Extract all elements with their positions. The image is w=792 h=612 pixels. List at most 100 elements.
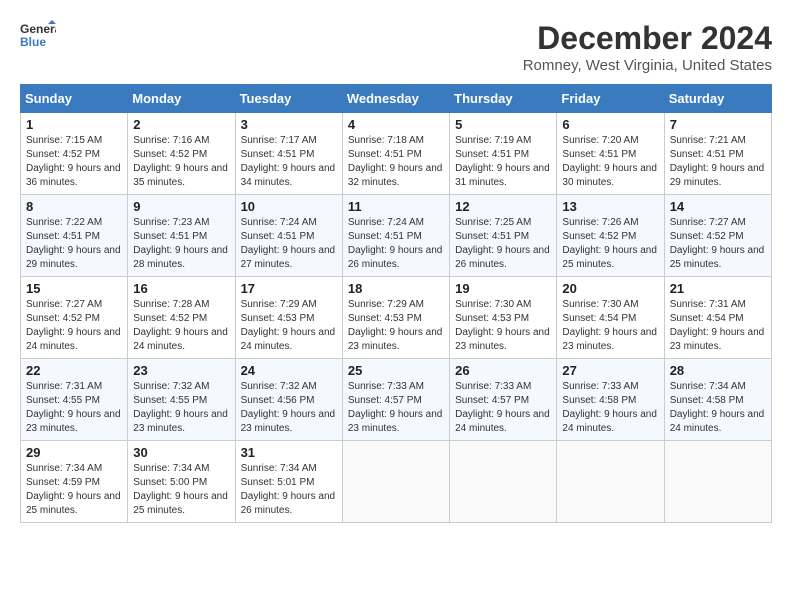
- day-number: 23: [133, 363, 229, 378]
- day-number: 11: [348, 199, 444, 214]
- day-info: Sunrise: 7:29 AMSunset: 4:53 PMDaylight:…: [348, 299, 443, 352]
- day-info: Sunrise: 7:23 AMSunset: 4:51 PMDaylight:…: [133, 217, 228, 270]
- day-info: Sunrise: 7:34 AMSunset: 4:58 PMDaylight:…: [670, 381, 765, 434]
- calendar-day-cell: [557, 441, 664, 523]
- calendar-day-cell: 7 Sunrise: 7:21 AMSunset: 4:51 PMDayligh…: [664, 113, 771, 195]
- weekday-header: Monday: [128, 85, 235, 113]
- day-info: Sunrise: 7:24 AMSunset: 4:51 PMDaylight:…: [241, 217, 336, 270]
- calendar-day-cell: 28 Sunrise: 7:34 AMSunset: 4:58 PMDaylig…: [664, 359, 771, 441]
- day-info: Sunrise: 7:26 AMSunset: 4:52 PMDaylight:…: [562, 217, 657, 270]
- generalblue-logo-icon: General Blue: [20, 20, 56, 50]
- day-number: 8: [26, 199, 122, 214]
- svg-text:General: General: [20, 22, 56, 36]
- day-info: Sunrise: 7:32 AMSunset: 4:55 PMDaylight:…: [133, 381, 228, 434]
- day-number: 10: [241, 199, 337, 214]
- day-info: Sunrise: 7:27 AMSunset: 4:52 PMDaylight:…: [26, 299, 121, 352]
- calendar-day-cell: 17 Sunrise: 7:29 AMSunset: 4:53 PMDaylig…: [235, 277, 342, 359]
- weekday-header: Tuesday: [235, 85, 342, 113]
- day-number: 21: [670, 281, 766, 296]
- day-info: Sunrise: 7:24 AMSunset: 4:51 PMDaylight:…: [348, 217, 443, 270]
- day-info: Sunrise: 7:34 AMSunset: 4:59 PMDaylight:…: [26, 463, 121, 516]
- day-info: Sunrise: 7:33 AMSunset: 4:58 PMDaylight:…: [562, 381, 657, 434]
- calendar-day-cell: 24 Sunrise: 7:32 AMSunset: 4:56 PMDaylig…: [235, 359, 342, 441]
- calendar-day-cell: 5 Sunrise: 7:19 AMSunset: 4:51 PMDayligh…: [450, 113, 557, 195]
- day-info: Sunrise: 7:25 AMSunset: 4:51 PMDaylight:…: [455, 217, 550, 270]
- calendar-day-cell: 19 Sunrise: 7:30 AMSunset: 4:53 PMDaylig…: [450, 277, 557, 359]
- day-info: Sunrise: 7:16 AMSunset: 4:52 PMDaylight:…: [133, 135, 228, 188]
- calendar-day-cell: 25 Sunrise: 7:33 AMSunset: 4:57 PMDaylig…: [342, 359, 449, 441]
- day-number: 2: [133, 117, 229, 132]
- day-number: 1: [26, 117, 122, 132]
- calendar-week-row: 1 Sunrise: 7:15 AMSunset: 4:52 PMDayligh…: [21, 113, 772, 195]
- day-info: Sunrise: 7:31 AMSunset: 4:55 PMDaylight:…: [26, 381, 121, 434]
- day-number: 15: [26, 281, 122, 296]
- logo: General Blue: [20, 20, 56, 50]
- day-number: 9: [133, 199, 229, 214]
- calendar-day-cell: [342, 441, 449, 523]
- calendar-day-cell: 14 Sunrise: 7:27 AMSunset: 4:52 PMDaylig…: [664, 195, 771, 277]
- day-number: 12: [455, 199, 551, 214]
- calendar-week-row: 29 Sunrise: 7:34 AMSunset: 4:59 PMDaylig…: [21, 441, 772, 523]
- day-info: Sunrise: 7:33 AMSunset: 4:57 PMDaylight:…: [348, 381, 443, 434]
- day-number: 5: [455, 117, 551, 132]
- day-number: 13: [562, 199, 658, 214]
- calendar-table: SundayMondayTuesdayWednesdayThursdayFrid…: [20, 84, 772, 523]
- day-info: Sunrise: 7:17 AMSunset: 4:51 PMDaylight:…: [241, 135, 336, 188]
- calendar-day-cell: 10 Sunrise: 7:24 AMSunset: 4:51 PMDaylig…: [235, 195, 342, 277]
- weekday-header: Sunday: [21, 85, 128, 113]
- svg-text:Blue: Blue: [20, 35, 46, 49]
- day-info: Sunrise: 7:20 AMSunset: 4:51 PMDaylight:…: [562, 135, 657, 188]
- month-title: December 2024: [523, 20, 772, 57]
- calendar-day-cell: 1 Sunrise: 7:15 AMSunset: 4:52 PMDayligh…: [21, 113, 128, 195]
- calendar-day-cell: 2 Sunrise: 7:16 AMSunset: 4:52 PMDayligh…: [128, 113, 235, 195]
- page-header: General Blue December 2024 Romney, West …: [20, 20, 772, 74]
- calendar-day-cell: 23 Sunrise: 7:32 AMSunset: 4:55 PMDaylig…: [128, 359, 235, 441]
- calendar-day-cell: 15 Sunrise: 7:27 AMSunset: 4:52 PMDaylig…: [21, 277, 128, 359]
- day-number: 19: [455, 281, 551, 296]
- calendar-day-cell: 29 Sunrise: 7:34 AMSunset: 4:59 PMDaylig…: [21, 441, 128, 523]
- day-number: 20: [562, 281, 658, 296]
- calendar-week-row: 8 Sunrise: 7:22 AMSunset: 4:51 PMDayligh…: [21, 195, 772, 277]
- day-number: 28: [670, 363, 766, 378]
- day-info: Sunrise: 7:29 AMSunset: 4:53 PMDaylight:…: [241, 299, 336, 352]
- day-info: Sunrise: 7:33 AMSunset: 4:57 PMDaylight:…: [455, 381, 550, 434]
- day-info: Sunrise: 7:22 AMSunset: 4:51 PMDaylight:…: [26, 217, 121, 270]
- calendar-day-cell: 26 Sunrise: 7:33 AMSunset: 4:57 PMDaylig…: [450, 359, 557, 441]
- calendar-day-cell: 20 Sunrise: 7:30 AMSunset: 4:54 PMDaylig…: [557, 277, 664, 359]
- calendar-header-row: SundayMondayTuesdayWednesdayThursdayFrid…: [21, 85, 772, 113]
- calendar-day-cell: 13 Sunrise: 7:26 AMSunset: 4:52 PMDaylig…: [557, 195, 664, 277]
- title-block: December 2024 Romney, West Virginia, Uni…: [523, 20, 772, 74]
- weekday-header: Wednesday: [342, 85, 449, 113]
- calendar-day-cell: 3 Sunrise: 7:17 AMSunset: 4:51 PMDayligh…: [235, 113, 342, 195]
- day-number: 26: [455, 363, 551, 378]
- calendar-day-cell: [450, 441, 557, 523]
- calendar-day-cell: 31 Sunrise: 7:34 AMSunset: 5:01 PMDaylig…: [235, 441, 342, 523]
- day-info: Sunrise: 7:19 AMSunset: 4:51 PMDaylight:…: [455, 135, 550, 188]
- day-info: Sunrise: 7:32 AMSunset: 4:56 PMDaylight:…: [241, 381, 336, 434]
- calendar-day-cell: 22 Sunrise: 7:31 AMSunset: 4:55 PMDaylig…: [21, 359, 128, 441]
- calendar-day-cell: 12 Sunrise: 7:25 AMSunset: 4:51 PMDaylig…: [450, 195, 557, 277]
- day-number: 14: [670, 199, 766, 214]
- day-number: 27: [562, 363, 658, 378]
- day-info: Sunrise: 7:34 AMSunset: 5:00 PMDaylight:…: [133, 463, 228, 516]
- day-info: Sunrise: 7:28 AMSunset: 4:52 PMDaylight:…: [133, 299, 228, 352]
- day-info: Sunrise: 7:15 AMSunset: 4:52 PMDaylight:…: [26, 135, 121, 188]
- day-number: 17: [241, 281, 337, 296]
- calendar-day-cell: 16 Sunrise: 7:28 AMSunset: 4:52 PMDaylig…: [128, 277, 235, 359]
- calendar-day-cell: 18 Sunrise: 7:29 AMSunset: 4:53 PMDaylig…: [342, 277, 449, 359]
- day-number: 22: [26, 363, 122, 378]
- day-number: 31: [241, 445, 337, 460]
- calendar-day-cell: 4 Sunrise: 7:18 AMSunset: 4:51 PMDayligh…: [342, 113, 449, 195]
- calendar-day-cell: 6 Sunrise: 7:20 AMSunset: 4:51 PMDayligh…: [557, 113, 664, 195]
- weekday-header: Saturday: [664, 85, 771, 113]
- calendar-day-cell: 21 Sunrise: 7:31 AMSunset: 4:54 PMDaylig…: [664, 277, 771, 359]
- day-info: Sunrise: 7:31 AMSunset: 4:54 PMDaylight:…: [670, 299, 765, 352]
- day-info: Sunrise: 7:27 AMSunset: 4:52 PMDaylight:…: [670, 217, 765, 270]
- calendar-day-cell: 27 Sunrise: 7:33 AMSunset: 4:58 PMDaylig…: [557, 359, 664, 441]
- day-info: Sunrise: 7:30 AMSunset: 4:53 PMDaylight:…: [455, 299, 550, 352]
- weekday-header: Thursday: [450, 85, 557, 113]
- day-number: 30: [133, 445, 229, 460]
- day-number: 16: [133, 281, 229, 296]
- weekday-header: Friday: [557, 85, 664, 113]
- day-number: 7: [670, 117, 766, 132]
